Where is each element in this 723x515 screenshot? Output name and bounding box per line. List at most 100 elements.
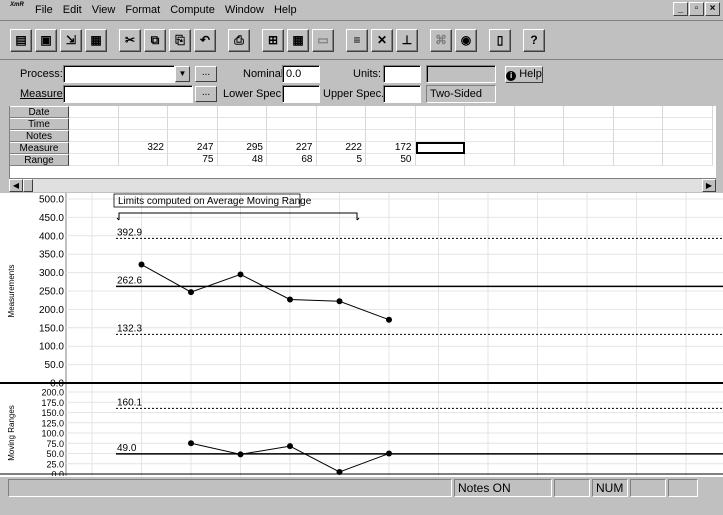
chevron-down-icon[interactable]: ▼ [175, 66, 190, 82]
range-cell[interactable] [69, 154, 119, 166]
menu-format[interactable]: Format [120, 4, 165, 16]
process-field[interactable] [63, 65, 175, 83]
measure-cell[interactable]: 322 [118, 142, 168, 154]
hide-icon[interactable]: ▭ [312, 28, 334, 52]
grid-cell[interactable] [267, 106, 317, 118]
info-icon[interactable]: ◉ [455, 28, 477, 52]
tag-icon[interactable]: ⌘ [430, 28, 452, 52]
zones-icon[interactable]: ✕ [371, 28, 393, 52]
grid-cell[interactable] [415, 130, 465, 142]
grid-cell[interactable] [514, 106, 564, 118]
import-icon[interactable]: ⇲ [60, 28, 82, 52]
grid-cell[interactable] [168, 118, 218, 130]
grid-cell[interactable] [415, 118, 465, 130]
grid-cell[interactable] [118, 130, 168, 142]
copy-icon[interactable]: ⧉ [144, 28, 166, 52]
measure-field[interactable] [63, 85, 193, 103]
range-cell[interactable] [514, 154, 564, 166]
grid-cell[interactable] [514, 118, 564, 130]
measure-cell[interactable] [564, 142, 614, 154]
scroll-left-icon[interactable]: ◀ [9, 179, 23, 192]
horizontal-scrollbar[interactable]: ◀ ▶ [9, 178, 716, 192]
range-cell[interactable]: 68 [267, 154, 317, 166]
range-cell[interactable]: 48 [217, 154, 267, 166]
measure-cell[interactable] [663, 142, 713, 154]
grid-cell[interactable] [564, 106, 614, 118]
measure-cell[interactable]: 227 [267, 142, 317, 154]
cut-icon[interactable]: ✂ [119, 28, 141, 52]
row-header-time[interactable]: Time [10, 118, 69, 130]
units-field[interactable] [383, 65, 421, 83]
menu-edit[interactable]: Edit [58, 4, 87, 16]
grid-cell[interactable] [316, 106, 366, 118]
grid-cell[interactable] [465, 118, 515, 130]
help-button[interactable]: i Help [505, 66, 543, 83]
grid-cell[interactable] [613, 130, 663, 142]
grid-cell[interactable] [366, 106, 416, 118]
grid-cell[interactable] [217, 130, 267, 142]
save-icon[interactable]: ▣ [35, 28, 57, 52]
limits-icon[interactable]: ≡ [346, 28, 368, 52]
undo-icon[interactable]: ↶ [194, 28, 216, 52]
grid-cell[interactable] [217, 106, 267, 118]
process-browse-button[interactable]: ... [195, 66, 217, 82]
grid-cell[interactable] [118, 106, 168, 118]
grid-cell[interactable] [415, 106, 465, 118]
menu-view[interactable]: View [87, 4, 121, 16]
range-cell[interactable] [613, 154, 663, 166]
display-icon[interactable]: ⊥ [396, 28, 418, 52]
help-icon[interactable]: ? [523, 28, 545, 52]
grid-cell[interactable] [267, 118, 317, 130]
grid-cell[interactable] [663, 118, 713, 130]
app-logo-icon[interactable]: XmR [8, 2, 26, 18]
measure-cell[interactable] [514, 142, 564, 154]
grid-cell[interactable] [267, 130, 317, 142]
measure-cell[interactable] [69, 142, 119, 154]
measure-browse-button[interactable]: ... [195, 86, 217, 102]
grid-cell[interactable] [217, 118, 267, 130]
grid-options-icon[interactable]: ⊞ [262, 28, 284, 52]
grid-cell[interactable] [316, 130, 366, 142]
grid-cell[interactable] [69, 118, 119, 130]
range-cell[interactable] [564, 154, 614, 166]
minimize-button[interactable]: _ [673, 2, 688, 16]
close-button[interactable]: × [705, 2, 720, 16]
lower-spec-field[interactable] [282, 85, 320, 103]
measure-cell[interactable] [465, 142, 515, 154]
row-header-measure[interactable]: Measure [10, 142, 69, 154]
menu-compute[interactable]: Compute [165, 4, 220, 16]
row-header-notes[interactable]: Notes [10, 130, 69, 142]
grid-cell[interactable] [465, 130, 515, 142]
menu-file[interactable]: File [30, 4, 58, 16]
print-icon[interactable]: ⎙ [228, 28, 250, 52]
measure-cell[interactable] [613, 142, 663, 154]
menu-help[interactable]: Help [269, 4, 302, 16]
grid-cell[interactable] [69, 130, 119, 142]
page-icon[interactable]: ▯ [489, 28, 511, 52]
new-chart-icon[interactable]: ▦ [85, 28, 107, 52]
range-cell[interactable] [465, 154, 515, 166]
range-cell[interactable] [118, 154, 168, 166]
range-cell[interactable]: 75 [168, 154, 218, 166]
grid-cell[interactable] [366, 130, 416, 142]
grid-cell[interactable] [613, 118, 663, 130]
grid-cell[interactable] [514, 130, 564, 142]
restore-button[interactable]: ▫ [689, 2, 704, 16]
grid-cell[interactable] [366, 118, 416, 130]
measure-cell[interactable]: 295 [217, 142, 267, 154]
range-cell[interactable]: 50 [366, 154, 416, 166]
grid-cell[interactable] [663, 130, 713, 142]
grid-cell[interactable] [663, 106, 713, 118]
open-data-icon[interactable]: ▤ [10, 28, 32, 52]
measure-cell[interactable] [415, 142, 465, 154]
range-cell[interactable] [663, 154, 713, 166]
menu-window[interactable]: Window [220, 4, 269, 16]
grid-cell[interactable] [168, 106, 218, 118]
row-header-range[interactable]: Range [10, 154, 69, 166]
measure-cell[interactable]: 172 [366, 142, 416, 154]
upper-spec-field[interactable] [383, 85, 421, 103]
grid-cell[interactable] [564, 118, 614, 130]
range-cell[interactable] [415, 154, 465, 166]
grid-cell[interactable] [69, 106, 119, 118]
calculator-icon[interactable]: ▦ [287, 28, 309, 52]
